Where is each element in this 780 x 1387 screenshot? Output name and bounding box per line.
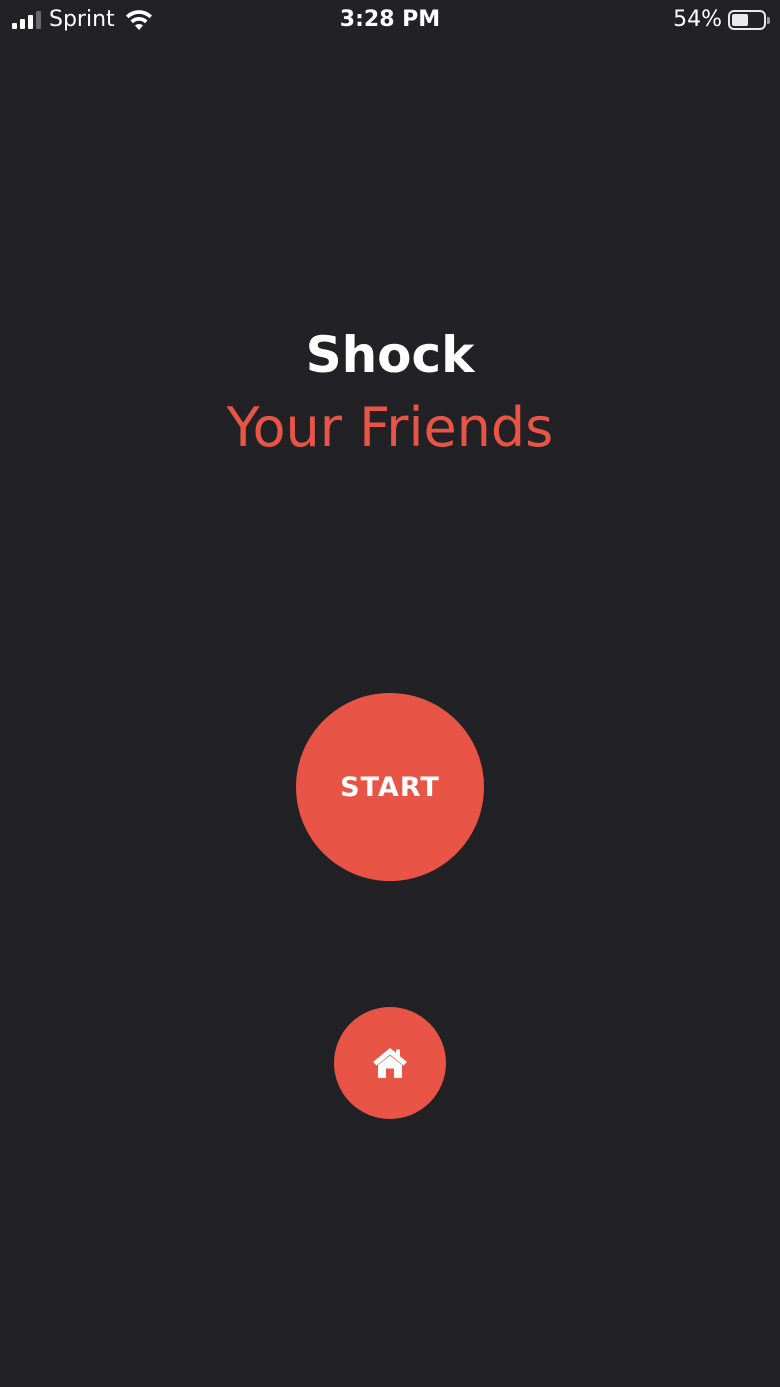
battery-cap (767, 17, 770, 24)
start-button[interactable]: START (296, 693, 484, 881)
battery-fill (732, 14, 748, 26)
status-time: 3:28 PM (339, 7, 441, 32)
title-your-friends: Your Friends (226, 396, 554, 459)
battery-icon (728, 10, 770, 30)
start-button-label: START (340, 771, 440, 803)
home-icon (373, 1048, 407, 1078)
home-button[interactable] (334, 1007, 446, 1119)
title-shock: Shock (305, 326, 475, 384)
app-screen: Sprint 3:28 PM 54% Shock Your Friends ST… (0, 0, 780, 1387)
status-right: 54% (673, 6, 770, 34)
status-bar: Sprint 3:28 PM 54% (0, 0, 780, 40)
battery-percentage: 54% (673, 7, 722, 32)
headline: Shock Your Friends (0, 322, 780, 468)
